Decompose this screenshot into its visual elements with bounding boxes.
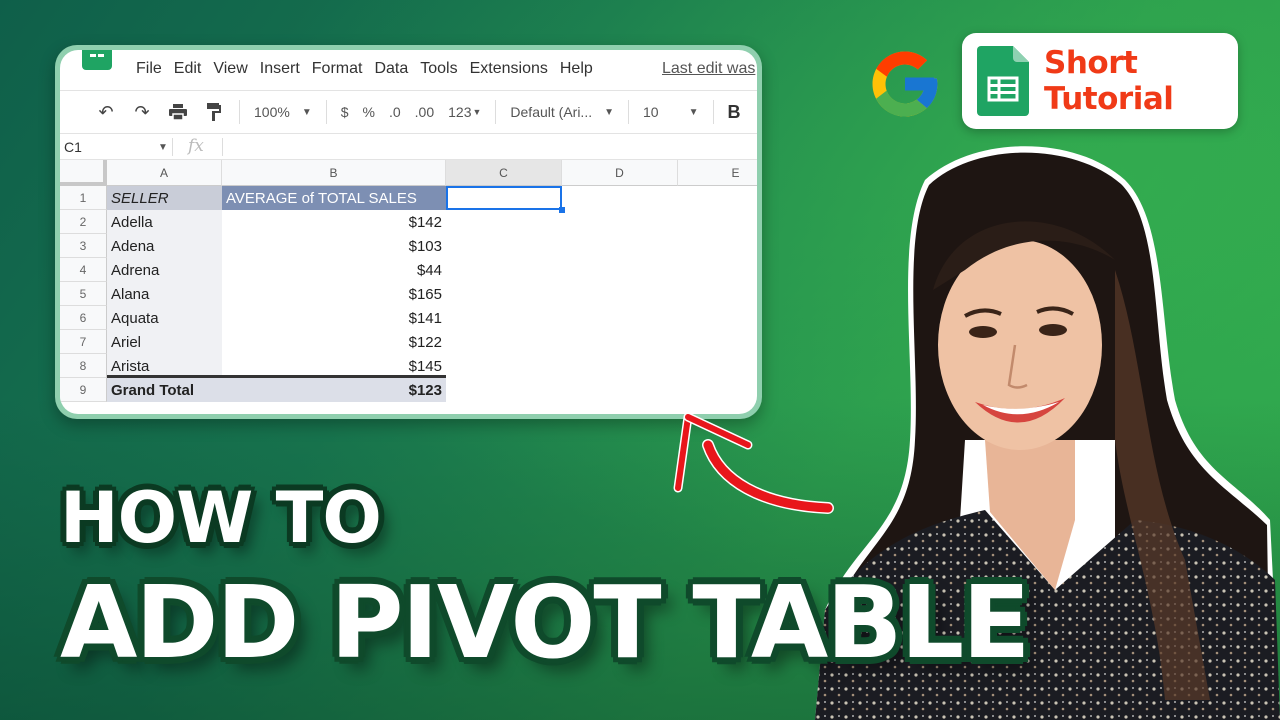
cell-grid: A B C D E 1 SELLER AVERAGE of TOTAL SALES 2 Adell…: [60, 160, 757, 414]
short-tutorial-badge: Short Tutorial: [962, 33, 1238, 129]
seller-cell[interactable]: Alana: [107, 282, 222, 306]
pivot-row-header-cell[interactable]: SELLER: [107, 186, 222, 210]
grand-total-value-cell[interactable]: $123: [222, 378, 446, 402]
average-sales-cell[interactable]: $103: [222, 234, 446, 258]
menu-file[interactable]: File: [136, 60, 162, 78]
menu-data[interactable]: Data: [374, 60, 408, 78]
sheets-logo-icon[interactable]: [82, 50, 112, 70]
font-size-select[interactable]: 10 ▼: [643, 104, 698, 120]
font-size-value: 10: [643, 104, 659, 120]
row-header[interactable]: 3: [60, 234, 107, 258]
zoom-value: 100%: [254, 104, 290, 120]
more-formats-button[interactable]: 123 ▼: [448, 104, 481, 120]
font-family-value: Default (Ari...: [510, 104, 593, 120]
last-edit-link[interactable]: Last edit was: [662, 60, 755, 78]
red-arrow-icon: [673, 412, 834, 514]
toolbar-divider: [712, 100, 714, 124]
menu-view[interactable]: View: [213, 60, 247, 78]
selected-cell-c1[interactable]: [446, 186, 562, 210]
font-family-select[interactable]: Default (Ari... ▼: [510, 104, 614, 120]
toolbar-divider: [239, 100, 240, 124]
paint-format-icon[interactable]: [203, 103, 225, 121]
column-header-c[interactable]: C: [446, 160, 562, 186]
badge-line-1: Short: [1044, 45, 1138, 81]
formula-bar: C1 ▼ fx: [60, 134, 757, 160]
average-sales-cell[interactable]: $142: [222, 210, 446, 234]
row-header[interactable]: 8: [60, 354, 107, 378]
menu-format[interactable]: Format: [312, 60, 363, 78]
more-formats-label: 123: [448, 104, 472, 120]
decrease-decimal-button[interactable]: .0: [389, 104, 401, 120]
toolbar-divider: [628, 100, 630, 124]
row-header[interactable]: 2: [60, 210, 107, 234]
print-icon[interactable]: [167, 104, 189, 120]
name-box[interactable]: C1: [64, 139, 82, 155]
row-header[interactable]: 4: [60, 258, 107, 282]
chevron-down-icon: ▼: [472, 107, 482, 117]
google-logo-icon: [872, 51, 938, 117]
pivot-value-header-cell[interactable]: AVERAGE of TOTAL SALES: [222, 186, 446, 210]
seller-cell[interactable]: Adella: [107, 210, 222, 234]
chevron-down-icon: ▼: [688, 106, 699, 118]
bold-button[interactable]: B: [728, 102, 741, 123]
toolbar-divider: [325, 100, 327, 124]
average-sales-cell[interactable]: $165: [222, 282, 446, 306]
seller-cell[interactable]: Adrena: [107, 258, 222, 282]
column-header-b[interactable]: B: [222, 160, 446, 186]
grand-total-label-cell[interactable]: Grand Total: [107, 378, 222, 402]
undo-icon[interactable]: ↶: [95, 102, 117, 123]
row-header[interactable]: 1: [60, 186, 107, 210]
menu-help[interactable]: Help: [560, 60, 593, 78]
redo-icon[interactable]: ↷: [131, 102, 153, 123]
badge-line-2: Tutorial: [1044, 81, 1174, 117]
menu-bar: File Edit View Insert Format Data Tools …: [60, 50, 757, 90]
row-header[interactable]: 6: [60, 306, 107, 330]
increase-decimal-button[interactable]: .00: [415, 104, 434, 120]
select-all-corner[interactable]: [60, 160, 107, 186]
spreadsheet-card: File Edit View Insert Format Data Tools …: [55, 45, 762, 419]
menu-items: File Edit View Insert Format Data Tools …: [136, 60, 605, 78]
column-header-d[interactable]: D: [562, 160, 678, 186]
seller-cell[interactable]: Aquata: [107, 306, 222, 330]
menu-edit[interactable]: Edit: [174, 60, 202, 78]
fill-handle[interactable]: [559, 207, 565, 213]
chevron-down-icon: ▼: [604, 106, 615, 118]
menu-insert[interactable]: Insert: [260, 60, 300, 78]
chevron-down-icon: ▼: [301, 106, 312, 118]
formula-divider: [222, 138, 223, 156]
google-sheets-icon: [977, 46, 1029, 116]
menu-extensions[interactable]: Extensions: [470, 60, 548, 78]
seller-cell[interactable]: Ariel: [107, 330, 222, 354]
zoom-select[interactable]: 100% ▼: [254, 104, 312, 120]
column-header-a[interactable]: A: [107, 160, 222, 186]
badge-text: Short Tutorial: [1044, 45, 1174, 117]
menu-tools[interactable]: Tools: [420, 60, 457, 78]
toolbar: ↶ ↷ 100% ▼ $ % .0 .00 123 ▼ Default (Ari..…: [60, 90, 757, 134]
average-sales-cell[interactable]: $122: [222, 330, 446, 354]
headline-line-2: ADD PIVOT TABLE: [60, 564, 1030, 681]
row-header[interactable]: 5: [60, 282, 107, 306]
spreadsheet-window: File Edit View Insert Format Data Tools …: [60, 50, 757, 414]
row-header[interactable]: 9: [60, 378, 107, 402]
row-header[interactable]: 7: [60, 330, 107, 354]
fx-icon: fx: [188, 136, 204, 156]
grand-total-divider: [107, 375, 446, 378]
toolbar-divider: [495, 100, 497, 124]
column-header-e[interactable]: E: [678, 160, 757, 186]
average-sales-cell[interactable]: $44: [222, 258, 446, 282]
percent-format-button[interactable]: %: [363, 104, 375, 120]
headline-line-1: HOW TO: [60, 477, 382, 559]
average-sales-cell[interactable]: $141: [222, 306, 446, 330]
formula-divider: [172, 138, 173, 156]
seller-cell[interactable]: Adena: [107, 234, 222, 258]
currency-format-button[interactable]: $: [341, 104, 349, 120]
chevron-down-icon[interactable]: ▼: [158, 142, 168, 153]
